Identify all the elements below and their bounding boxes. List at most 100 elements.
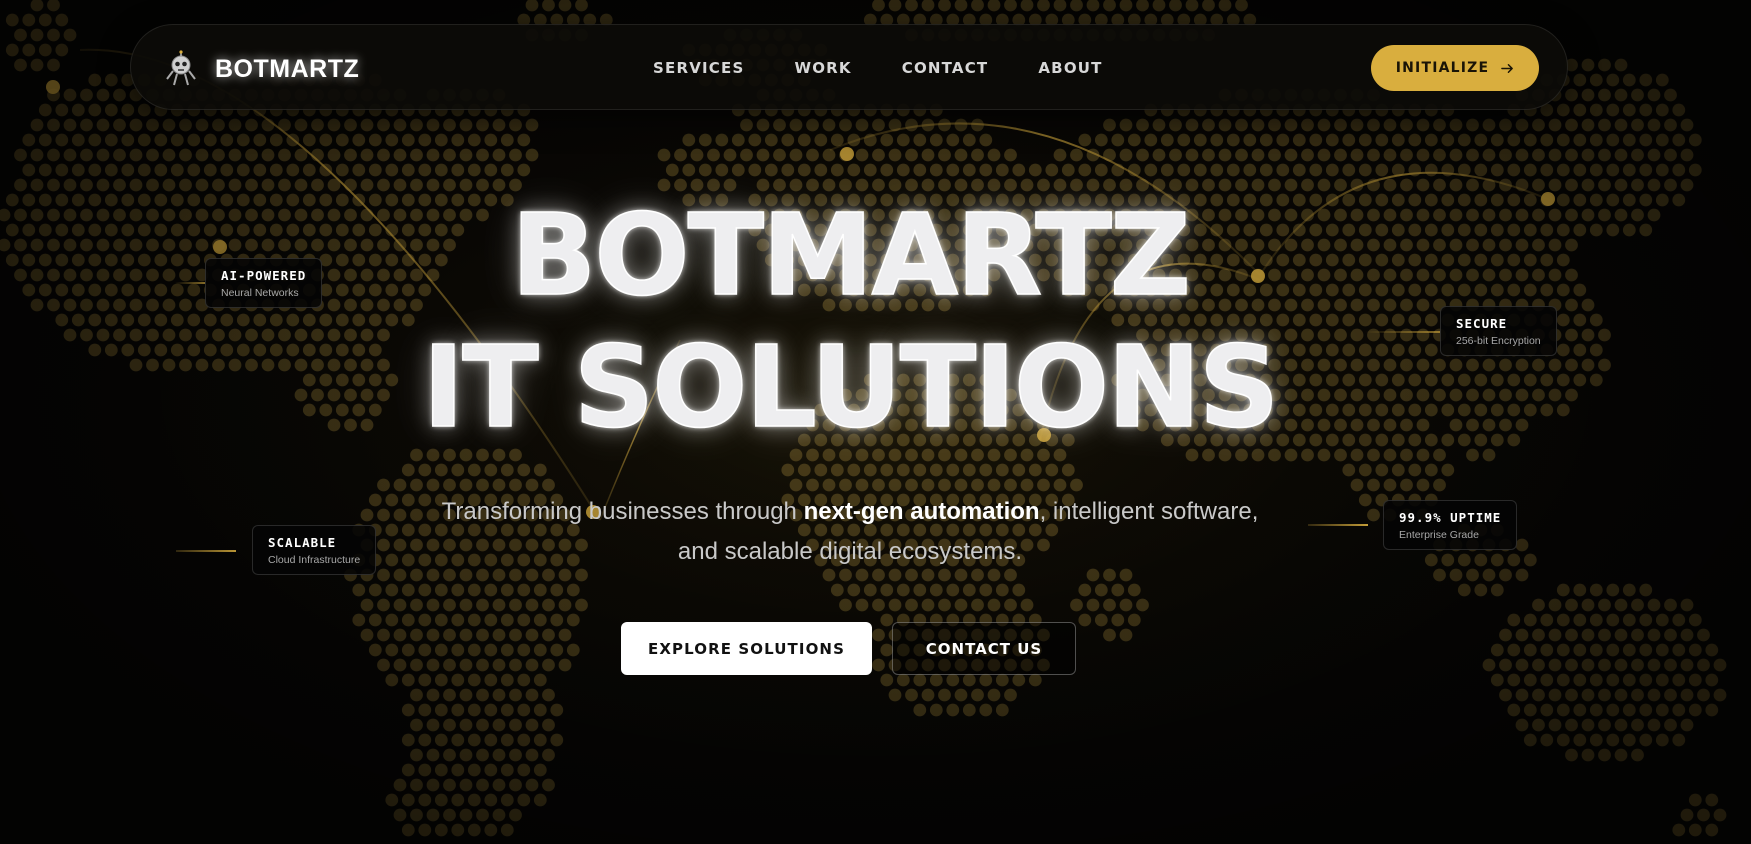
map-dot (368, 163, 382, 177)
map-dot (1012, 583, 1026, 597)
map-dot (954, 598, 968, 612)
map-dot (1589, 673, 1603, 687)
robot-icon (166, 50, 196, 86)
map-dot (1556, 103, 1570, 117)
map-dot (509, 718, 522, 732)
badge-subtitle: Neural Networks (221, 287, 299, 299)
map-dot (47, 28, 60, 42)
nav-link-work[interactable]: WORK (794, 59, 851, 77)
brand[interactable]: BOTMARTZ (161, 49, 359, 89)
map-dot (1606, 163, 1620, 177)
nav-link-contact[interactable]: CONTACT (902, 59, 989, 77)
explore-solutions-button[interactable]: EXPLORE SOLUTIONS (621, 622, 872, 675)
map-dot (1383, 118, 1397, 132)
map-dot (929, 163, 943, 177)
map-dot (484, 163, 498, 177)
initialize-button[interactable]: INITIALIZE (1371, 45, 1539, 91)
map-dot (929, 583, 943, 597)
map-dot (946, 163, 960, 177)
map-dot (443, 748, 456, 762)
map-dot (1688, 643, 1702, 657)
map-dot (1614, 148, 1628, 162)
map-dot (451, 733, 465, 747)
map-dot (492, 628, 506, 642)
map-dot (401, 553, 415, 567)
subtitle-text-pre: Transforming businesses through (441, 498, 804, 525)
map-dot (517, 133, 531, 147)
map-dot (1672, 613, 1686, 627)
map-dot (484, 613, 498, 627)
map-dot (467, 163, 481, 177)
map-dot (459, 478, 473, 492)
contact-us-button[interactable]: CONTACT US (892, 622, 1076, 675)
map-dot (1532, 688, 1545, 702)
map-dot (352, 613, 366, 627)
map-dot (1342, 133, 1356, 147)
map-dot (1424, 553, 1438, 567)
map-dot (38, 13, 52, 27)
map-dot (1631, 718, 1644, 732)
nav-link-services[interactable]: SERVICES (653, 59, 744, 77)
map-dot (517, 673, 531, 687)
map-dot (1350, 148, 1364, 162)
map-dot (1614, 88, 1628, 102)
map-dot (393, 778, 407, 792)
map-dot (121, 133, 135, 147)
map-dot (533, 613, 547, 627)
map-dot (1655, 703, 1669, 717)
map-dot (1358, 163, 1372, 177)
map-dot (1490, 643, 1504, 657)
map-dot (962, 163, 976, 177)
map-dot (467, 703, 481, 717)
map-dot (352, 133, 366, 147)
map-dot (1482, 148, 1496, 162)
map-dot (888, 148, 902, 162)
map-dot (1103, 598, 1116, 612)
map-dot (418, 463, 432, 477)
map-dot (377, 538, 390, 552)
map-dot (1160, 133, 1174, 147)
map-dot (533, 673, 547, 687)
map-dot (1680, 148, 1694, 162)
map-dot (888, 478, 902, 492)
map-dot (1647, 658, 1661, 672)
map-dot (1317, 148, 1331, 162)
map-dot (1664, 688, 1677, 702)
map-dot (1193, 163, 1207, 177)
map-dot (1523, 613, 1537, 627)
map-dot (1367, 118, 1380, 132)
nav-link-about[interactable]: ABOUT (1038, 59, 1102, 77)
map-dot (558, 628, 572, 642)
map-dot (979, 463, 993, 477)
map-dot (418, 733, 432, 747)
map-dot (1342, 163, 1356, 177)
map-dot (393, 598, 407, 612)
map-dot (550, 733, 564, 747)
map-dot (1499, 148, 1512, 162)
map-dot (1045, 463, 1059, 477)
map-dot (1507, 673, 1521, 687)
map-dot (269, 133, 283, 147)
map-dot (731, 163, 745, 177)
map-dot (1589, 733, 1603, 747)
map-dot (1235, 118, 1248, 132)
map-dot (789, 478, 803, 492)
map-dot (393, 148, 407, 162)
map-dot (979, 133, 993, 147)
map-dot (764, 133, 778, 147)
map-dot (476, 628, 489, 642)
map-dot (203, 133, 217, 147)
map-dot (525, 598, 539, 612)
map-dot (1276, 133, 1290, 147)
map-dot (1614, 118, 1628, 132)
map-dot (492, 778, 506, 792)
map-dot (872, 628, 885, 642)
map-dot (492, 658, 506, 672)
map-dot (236, 133, 250, 147)
map-dot (500, 463, 514, 477)
map-dot (913, 703, 927, 717)
map-dot (55, 103, 69, 117)
map-dot (459, 718, 473, 732)
map-dot (1301, 148, 1314, 162)
map-dot (1350, 478, 1364, 492)
